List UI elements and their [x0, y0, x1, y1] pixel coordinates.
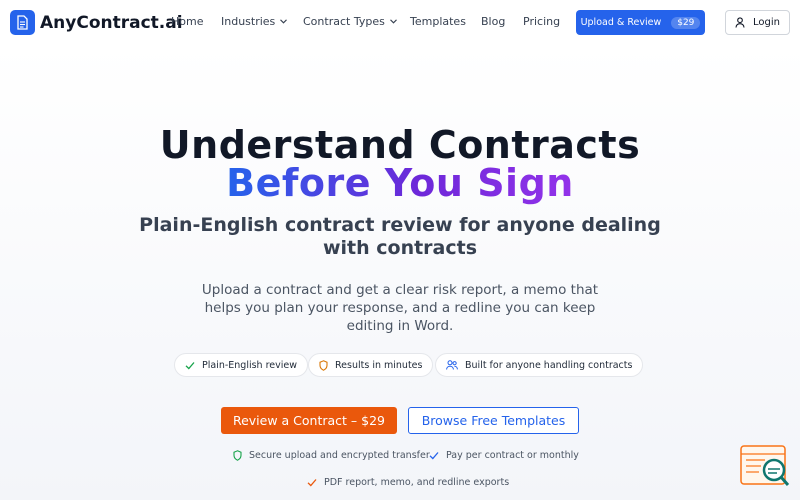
- hero-description: Upload a contract and get a clear risk r…: [201, 282, 599, 334]
- review-contract-button[interactable]: Review a Contract – $29: [221, 407, 397, 434]
- hero-subtitle: Plain-English contract review for anyone…: [139, 214, 661, 259]
- feature-chip-label: Built for anyone handling contracts: [465, 359, 633, 371]
- feature-chip-label: Plain-English review: [202, 359, 298, 371]
- upload-review-label: Upload & Review: [580, 17, 662, 28]
- nav-link-templates[interactable]: Templates: [410, 15, 466, 28]
- nav-link-home[interactable]: Home: [171, 15, 203, 28]
- login-button[interactable]: Login: [725, 10, 790, 35]
- chevron-down-icon: [389, 19, 397, 24]
- brand-name: AnyContract.ai: [40, 12, 183, 33]
- document-icon: [10, 10, 35, 35]
- hero-title-gradient-text: Before You Sign: [226, 161, 574, 205]
- hero-background: [0, 44, 800, 500]
- brand-logo[interactable]: AnyContract.ai: [10, 10, 183, 35]
- trust-item-label: Pay per contract or monthly: [446, 450, 579, 461]
- feature-chip: Plain-English review: [174, 353, 309, 377]
- document-search-icon: [740, 445, 790, 486]
- nav-link-industries[interactable]: Industries: [221, 15, 288, 28]
- shield-icon: [233, 450, 242, 461]
- user-icon: [735, 17, 745, 28]
- hero-title-highlight: Before You Sign: [0, 161, 800, 205]
- trust-item: Pay per contract or monthly: [429, 450, 579, 461]
- nav-link-industries-label: Industries: [221, 15, 276, 28]
- upload-review-button[interactable]: Upload & Review $29: [576, 10, 705, 35]
- nav-link-blog[interactable]: Blog: [481, 15, 505, 28]
- trust-item-label: Secure upload and encrypted transfer: [249, 450, 430, 461]
- chevron-down-icon: [280, 19, 288, 24]
- contract-search-widget[interactable]: [739, 444, 791, 488]
- upload-price-badge: $29: [671, 16, 701, 29]
- nav-link-pricing[interactable]: Pricing: [523, 15, 560, 28]
- trust-item: PDF report, memo, and redline exports: [307, 477, 509, 488]
- browse-templates-button[interactable]: Browse Free Templates: [408, 407, 579, 434]
- check-icon: [185, 361, 195, 369]
- nav-link-contract-types-label: Contract Types: [303, 15, 385, 28]
- check-icon: [307, 479, 317, 487]
- trust-item-label: PDF report, memo, and redline exports: [324, 477, 510, 488]
- shield-icon: [319, 359, 328, 371]
- login-label: Login: [753, 17, 780, 28]
- check-icon: [429, 452, 439, 460]
- feature-chip-label: Results in minutes: [335, 359, 423, 371]
- feature-chip: Built for anyone handling contracts: [435, 353, 644, 377]
- feature-chip: Results in minutes: [308, 353, 434, 377]
- trust-item: Secure upload and encrypted transfer: [233, 450, 430, 461]
- top-navigation: AnyContract.ai Home Industries Contract …: [0, 0, 800, 44]
- nav-link-contract-types[interactable]: Contract Types: [303, 15, 397, 28]
- users-icon: [446, 360, 458, 370]
